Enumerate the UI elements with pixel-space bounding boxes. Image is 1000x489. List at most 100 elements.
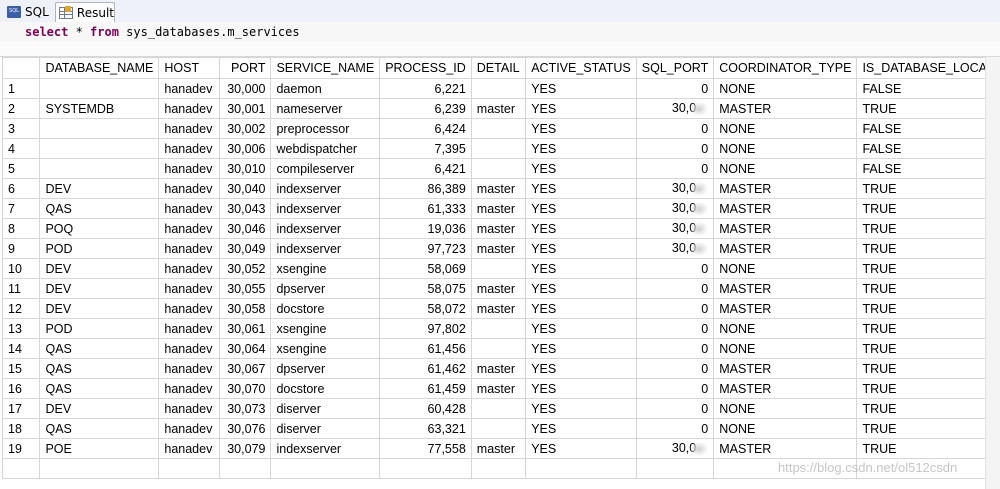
- cell-database-name[interactable]: QAS: [39, 198, 160, 219]
- cell-database-name[interactable]: [39, 158, 160, 179]
- cell-active-status[interactable]: YES: [525, 158, 637, 179]
- cell-service-name[interactable]: daemon: [270, 78, 381, 99]
- row-number-cell[interactable]: 16: [1, 378, 41, 399]
- cell-host[interactable]: hanadev: [158, 138, 221, 159]
- cell-sql-port[interactable]: 30,0: [635, 218, 715, 239]
- cell-process-id[interactable]: 61,462: [379, 358, 472, 379]
- cell-coordinator-type[interactable]: MASTER: [713, 278, 858, 299]
- column-header-coordinator-type[interactable]: COORDINATOR_TYPE: [713, 57, 858, 79]
- table-row[interactable]: 15 QAS hanadev 30,067 dpserver 61,462 master YE…: [1, 358, 1000, 379]
- table-row[interactable]: 3 hanadev 30,002 preprocessor 6,424 YES 0 NONE F…: [1, 118, 1000, 139]
- cell-coordinator-type[interactable]: MASTER: [713, 298, 858, 319]
- cell-detail[interactable]: master: [470, 218, 527, 239]
- cell-sql-port[interactable]: 0: [635, 378, 715, 399]
- cell-is-database-local[interactable]: FALSE: [856, 118, 1000, 139]
- cell-database-name[interactable]: POD: [39, 238, 160, 259]
- cell-coordinator-type[interactable]: MASTER: [713, 238, 858, 259]
- cell-port[interactable]: 30,061: [219, 318, 272, 339]
- row-number-cell[interactable]: 15: [1, 358, 41, 379]
- cell-process-id[interactable]: 97,723: [379, 238, 472, 259]
- cell-sql-port[interactable]: 0: [635, 118, 715, 139]
- row-number-cell[interactable]: 19: [1, 438, 41, 459]
- cell-port[interactable]: 30,076: [219, 418, 272, 439]
- cell-database-name[interactable]: SYSTEMDB: [39, 98, 160, 119]
- cell-host[interactable]: hanadev: [158, 358, 221, 379]
- cell-detail[interactable]: master: [470, 98, 527, 119]
- cell-is-database-local[interactable]: TRUE: [856, 378, 1000, 399]
- cell-active-status[interactable]: YES: [525, 78, 637, 99]
- cell-host[interactable]: hanadev: [158, 398, 221, 419]
- cell-process-id[interactable]: 61,456: [379, 338, 472, 359]
- cell-port[interactable]: 30,079: [219, 438, 272, 459]
- cell-active-status[interactable]: YES: [525, 438, 637, 459]
- cell-process-id[interactable]: 77,558: [379, 438, 472, 459]
- cell-sql-port[interactable]: 0: [635, 298, 715, 319]
- table-row[interactable]: 8 POQ hanadev 30,046 indexserver 19,036 master…: [1, 218, 1000, 239]
- cell-is-database-local[interactable]: TRUE: [856, 358, 1000, 379]
- cell-is-database-local[interactable]: TRUE: [856, 338, 1000, 359]
- cell-service-name[interactable]: diserver: [270, 418, 381, 439]
- cell-active-status[interactable]: YES: [525, 338, 637, 359]
- column-header-host[interactable]: HOST: [158, 57, 221, 79]
- row-number-header[interactable]: [1, 57, 41, 79]
- cell-port[interactable]: 30,049: [219, 238, 272, 259]
- cell-detail[interactable]: master: [470, 198, 527, 219]
- cell-host[interactable]: hanadev: [158, 318, 221, 339]
- cell-port[interactable]: 30,055: [219, 278, 272, 299]
- cell-detail[interactable]: master: [470, 438, 527, 459]
- cell-port[interactable]: 30,040: [219, 178, 272, 199]
- cell-host[interactable]: hanadev: [158, 118, 221, 139]
- sql-query-line[interactable]: select * from sys_databases.m_services: [0, 22, 1000, 42]
- cell-active-status[interactable]: YES: [525, 218, 637, 239]
- cell-service-name[interactable]: indexserver: [270, 238, 381, 259]
- cell-active-status[interactable]: YES: [525, 278, 637, 299]
- row-number-cell[interactable]: 18: [1, 418, 41, 439]
- cell-database-name[interactable]: DEV: [39, 178, 160, 199]
- cell-sql-port[interactable]: 0: [635, 358, 715, 379]
- cell-sql-port[interactable]: 30,0: [635, 438, 715, 459]
- cell-active-status[interactable]: YES: [525, 318, 637, 339]
- table-row[interactable]: 5 hanadev 30,010 compileserver 6,421 YES 0 NONE…: [1, 158, 1000, 179]
- table-row[interactable]: 1 hanadev 30,000 daemon 6,221 YES 0 NONE FALSE: [1, 78, 1000, 99]
- cell-active-status[interactable]: YES: [525, 358, 637, 379]
- cell-active-status[interactable]: YES: [525, 118, 637, 139]
- cell-process-id[interactable]: 58,075: [379, 278, 472, 299]
- cell-service-name[interactable]: webdispatcher: [270, 138, 381, 159]
- cell-process-id[interactable]: 63,321: [379, 418, 472, 439]
- cell-host[interactable]: hanadev: [158, 338, 221, 359]
- cell-detail[interactable]: [470, 318, 527, 339]
- cell-port[interactable]: 30,052: [219, 258, 272, 279]
- column-header-detail[interactable]: DETAIL: [470, 57, 527, 79]
- cell-coordinator-type[interactable]: NONE: [713, 258, 858, 279]
- cell-process-id[interactable]: 97,802: [379, 318, 472, 339]
- cell-host[interactable]: hanadev: [158, 158, 221, 179]
- cell-process-id[interactable]: 61,333: [379, 198, 472, 219]
- table-row[interactable]: 10 DEV hanadev 30,052 xsengine 58,069 YES 0 NONE…: [1, 258, 1000, 279]
- cell-process-id[interactable]: 19,036: [379, 218, 472, 239]
- cell-port[interactable]: 30,067: [219, 358, 272, 379]
- cell-active-status[interactable]: YES: [525, 198, 637, 219]
- cell-port[interactable]: 30,002: [219, 118, 272, 139]
- cell-service-name[interactable]: indexserver: [270, 218, 381, 239]
- cell-coordinator-type[interactable]: NONE: [713, 338, 858, 359]
- cell-service-name[interactable]: dpserver: [270, 358, 381, 379]
- cell-host[interactable]: hanadev: [158, 438, 221, 459]
- cell-service-name[interactable]: diserver: [270, 398, 381, 419]
- cell-process-id[interactable]: 61,459: [379, 378, 472, 399]
- cell-coordinator-type[interactable]: NONE: [713, 418, 858, 439]
- column-header-sql-port[interactable]: SQL_PORT: [635, 57, 715, 79]
- cell-host[interactable]: hanadev: [158, 258, 221, 279]
- cell-is-database-local[interactable]: FALSE: [856, 78, 1000, 99]
- cell-coordinator-type[interactable]: MASTER: [713, 98, 858, 119]
- cell-is-database-local[interactable]: FALSE: [856, 158, 1000, 179]
- cell-detail[interactable]: master: [470, 378, 527, 399]
- cell-process-id[interactable]: 6,221: [379, 78, 472, 99]
- cell-service-name[interactable]: xsengine: [270, 338, 381, 359]
- row-number-cell[interactable]: 10: [1, 258, 41, 279]
- cell-detail[interactable]: [470, 418, 527, 439]
- cell-coordinator-type[interactable]: NONE: [713, 78, 858, 99]
- cell-service-name[interactable]: compileserver: [270, 158, 381, 179]
- cell-detail[interactable]: master: [470, 278, 527, 299]
- row-number-cell[interactable]: 12: [1, 298, 41, 319]
- cell-detail[interactable]: [470, 398, 527, 419]
